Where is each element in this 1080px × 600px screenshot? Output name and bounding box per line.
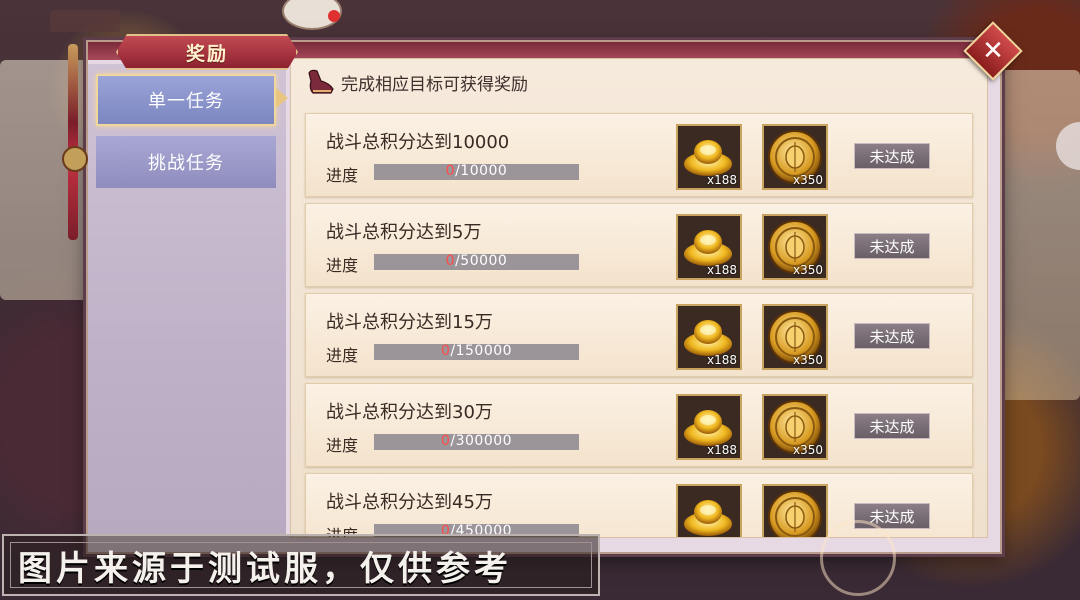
- progress-text: 0/150000: [374, 344, 579, 359]
- reward-quantity: x188: [706, 263, 737, 277]
- dialog-title-tab: 奖励: [116, 34, 298, 70]
- task-row: 战斗总积分达到5万 进度 0/50000 x188 x350 未达成: [305, 203, 973, 287]
- reward-slot[interactable]: x188: [676, 394, 742, 460]
- reward-slot[interactable]: x350: [762, 304, 828, 370]
- status-incomplete-button[interactable]: 未达成: [854, 143, 930, 169]
- reward-slot[interactable]: x350: [762, 124, 828, 190]
- task-title: 战斗总积分达到30万: [326, 402, 493, 423]
- reward-quantity: x350: [792, 173, 823, 187]
- reward-slot[interactable]: x350: [762, 214, 828, 280]
- task-list-panel: 完成相应目标可获得奖励 战斗总积分达到10000 进度 0/10000 x188…: [290, 58, 988, 538]
- reward-quantity: x188: [706, 443, 737, 457]
- reward-slot[interactable]: x188: [676, 304, 742, 370]
- task-title: 战斗总积分达到10000: [326, 132, 510, 153]
- reward-slot[interactable]: x188: [676, 124, 742, 190]
- tab-single-task[interactable]: 单一任务: [96, 74, 276, 126]
- reward-slot[interactable]: [676, 484, 742, 537]
- watermark-inner-border: [10, 542, 592, 588]
- watermark-banner: 图片来源于测试服，仅供参考: [2, 534, 600, 596]
- status-incomplete-button[interactable]: 未达成: [854, 233, 930, 259]
- background-right-panel: [990, 70, 1080, 400]
- task-row: 战斗总积分达到30万 进度 0/300000 x188 x350 未达成: [305, 383, 973, 467]
- reward-slot[interactable]: x350: [762, 394, 828, 460]
- progress-current: 0: [445, 254, 456, 269]
- status-incomplete-button[interactable]: 未达成: [854, 323, 930, 349]
- status-incomplete-button[interactable]: 未达成: [854, 413, 930, 439]
- active-tab-arrow-icon: [276, 88, 288, 108]
- progress-total: /150000: [450, 344, 513, 359]
- content-header-text: 完成相应目标可获得奖励: [341, 74, 528, 95]
- progress-label: 进度: [326, 166, 359, 185]
- progress-text: 0/10000: [374, 164, 579, 179]
- dialog-title: 奖励: [185, 42, 228, 65]
- progress-label: 进度: [326, 346, 359, 365]
- progress-current: 0: [445, 164, 456, 179]
- progress-label: 进度: [326, 256, 359, 275]
- lantern-coin-icon: [768, 490, 822, 537]
- reward-quantity: x350: [792, 353, 823, 367]
- close-icon: ✕: [982, 36, 1004, 66]
- gold-ingot-icon: [684, 500, 732, 536]
- progress-bar: 0/10000: [374, 164, 579, 180]
- task-title: 战斗总积分达到45万: [326, 492, 493, 513]
- tab-challenge-task[interactable]: 挑战任务: [96, 136, 276, 188]
- reward-quantity: x350: [792, 443, 823, 457]
- task-row: 战斗总积分达到10000 进度 0/10000 x188 x350 未达成: [305, 113, 973, 197]
- task-title: 战斗总积分达到5万: [326, 222, 482, 243]
- reward-slot[interactable]: [762, 484, 828, 537]
- notification-dot: [328, 10, 340, 22]
- background-left-panel: [0, 60, 92, 300]
- progress-bar: 0/300000: [374, 434, 579, 450]
- background-title-plate: [50, 10, 120, 32]
- shoe-icon: [305, 67, 337, 97]
- progress-total: /50000: [455, 254, 508, 269]
- background-round-button: [820, 520, 896, 596]
- pillar-knob-ornament: [62, 146, 88, 172]
- progress-label: 进度: [326, 436, 359, 455]
- pillar-ornament: [68, 44, 78, 240]
- reward-quantity: x350: [792, 263, 823, 277]
- task-row: 战斗总积分达到15万 进度 0/150000 x188 x350 未达成: [305, 293, 973, 377]
- reward-quantity: x188: [706, 353, 737, 367]
- reward-slot[interactable]: x188: [676, 214, 742, 280]
- progress-text: 0/300000: [374, 434, 579, 449]
- task-category-sidebar: 单一任务 挑战任务: [88, 64, 286, 536]
- task-title: 战斗总积分达到15万: [326, 312, 493, 333]
- progress-bar: 0/150000: [374, 344, 579, 360]
- reward-quantity: x188: [706, 173, 737, 187]
- progress-total: /300000: [450, 434, 513, 449]
- content-header: 完成相应目标可获得奖励: [291, 59, 987, 105]
- progress-bar: 0/50000: [374, 254, 579, 270]
- tab-label: 单一任务: [148, 91, 224, 112]
- progress-total: /10000: [455, 164, 508, 179]
- progress-text: 0/50000: [374, 254, 579, 269]
- tab-label: 挑战任务: [148, 153, 224, 174]
- progress-current: 0: [440, 434, 451, 449]
- progress-current: 0: [440, 344, 451, 359]
